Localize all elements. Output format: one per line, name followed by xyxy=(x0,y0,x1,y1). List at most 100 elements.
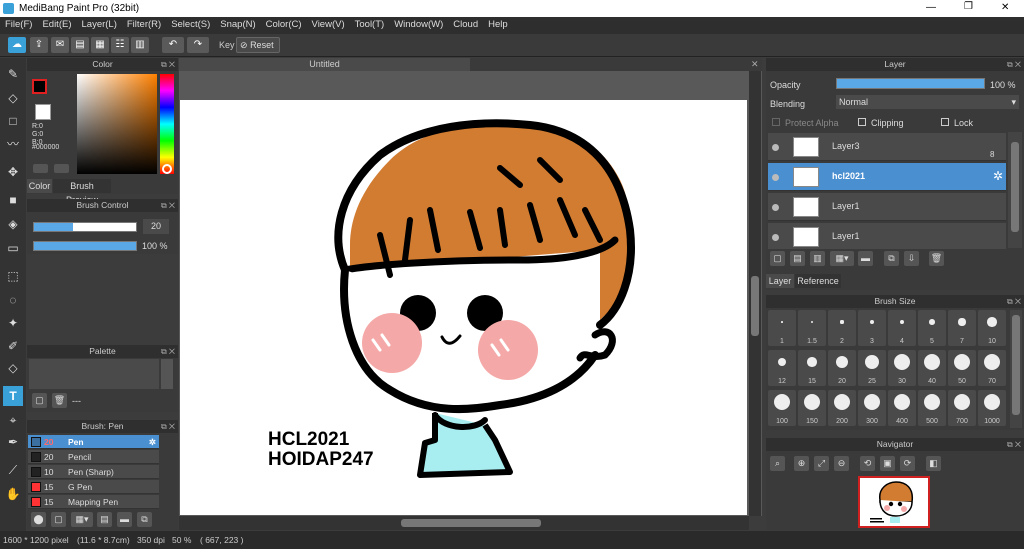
new-layer-icon[interactable]: ▢ xyxy=(770,251,785,266)
brush-size-option[interactable]: 500 xyxy=(918,390,946,426)
gradient-tool-icon[interactable]: ▭ xyxy=(3,238,23,258)
minimize-button[interactable]: — xyxy=(926,2,936,13)
brush-size-option[interactable]: 5 xyxy=(918,310,946,346)
rotate-right-icon[interactable]: ⟳ xyxy=(900,456,915,471)
menu-item[interactable]: Snap(N) xyxy=(215,17,260,32)
zoom-fit-icon[interactable]: ⌕ xyxy=(770,456,785,471)
brush-size-option[interactable]: 40 xyxy=(918,350,946,386)
clipping-checkbox[interactable] xyxy=(858,118,866,126)
menu-item[interactable]: File(F) xyxy=(0,17,37,32)
eye-icon[interactable] xyxy=(772,174,779,181)
brush-size-slider[interactable] xyxy=(33,222,137,232)
panel-menu-icon[interactable]: ⧉ ✕ xyxy=(1007,58,1021,71)
hue-slider[interactable] xyxy=(160,74,174,174)
add-color-icon[interactable] xyxy=(33,164,48,173)
brush-size-option[interactable]: 300 xyxy=(858,390,886,426)
panel-menu-icon[interactable]: ⧉ ✕ xyxy=(1007,295,1021,308)
reset-button[interactable]: ⊘ Reset xyxy=(236,37,280,53)
brush-size-option[interactable]: 700 xyxy=(948,390,976,426)
panel-menu-icon[interactable]: ⧉ ✕ xyxy=(161,420,175,433)
brush-size-option[interactable]: 400 xyxy=(888,390,916,426)
brush-size-option[interactable]: 50 xyxy=(948,350,976,386)
new-layer-1bit-icon[interactable]: ▥ xyxy=(810,251,825,266)
brush-size-option[interactable]: 100 xyxy=(768,390,796,426)
text-tool-icon[interactable]: T xyxy=(3,386,23,406)
blending-select[interactable]: Normal ▾ xyxy=(836,95,1019,109)
brush-size-option[interactable]: 30 xyxy=(888,350,916,386)
delete-palette-icon[interactable]: 🗑 xyxy=(52,393,67,408)
shape-tool-icon[interactable]: ■ xyxy=(3,190,23,210)
brush-list-item[interactable]: 15 Mapping Pen xyxy=(28,495,159,509)
eye-icon[interactable] xyxy=(772,234,779,241)
comment-icon[interactable]: ✉ xyxy=(51,37,69,53)
brush-size-option[interactable]: 2 xyxy=(828,310,856,346)
document-icon[interactable]: ▦ xyxy=(91,37,109,53)
brush-list-item[interactable]: 20 Pen ✲ xyxy=(28,435,159,449)
brush-opacity-slider[interactable] xyxy=(33,241,137,251)
tab-brush-preview[interactable]: Brush Preview xyxy=(53,179,111,205)
brush-size-option[interactable]: 1000 xyxy=(978,390,1006,426)
brush-size-option[interactable]: 15 xyxy=(798,350,826,386)
menu-item[interactable]: Help xyxy=(483,17,513,32)
brush-list-item[interactable]: 10 Pen (Sharp) xyxy=(28,465,159,479)
cloud-icon[interactable]: ☁ xyxy=(8,37,26,53)
hand-tool-icon[interactable]: ✋ xyxy=(3,484,23,504)
layer-row[interactable]: hcl2021 ✲ xyxy=(768,163,1006,191)
fill-tool-icon[interactable]: ◈ xyxy=(3,214,23,234)
menu-item[interactable]: View(V) xyxy=(307,17,350,32)
brush-copy-icon[interactable]: ⧉ xyxy=(137,512,152,527)
tab-reference[interactable]: Reference xyxy=(795,274,841,288)
layer-scrollbar[interactable] xyxy=(1008,132,1022,248)
brush-list-item[interactable]: 20 Pencil xyxy=(28,450,159,464)
foreground-color[interactable] xyxy=(32,79,47,94)
redo-button[interactable]: ↷ xyxy=(187,37,209,53)
brush-size-option[interactable]: 10 xyxy=(978,310,1006,346)
brush-size-option[interactable]: 150 xyxy=(798,390,826,426)
lock-checkbox[interactable] xyxy=(941,118,949,126)
select-eraser-icon[interactable]: ◇ xyxy=(3,358,23,378)
close-button[interactable]: ✕ xyxy=(1001,2,1009,13)
layer-folder-icon[interactable]: ▬ xyxy=(858,251,873,266)
menu-item[interactable]: Cloud xyxy=(448,17,483,32)
duplicate-layer-icon[interactable]: ⧉ xyxy=(884,251,899,266)
move-tool-icon[interactable]: ✥ xyxy=(3,162,23,182)
vertical-scroll-thumb[interactable] xyxy=(751,276,759,336)
menu-item[interactable]: Layer(L) xyxy=(77,17,122,32)
brush-size-option[interactable]: 1.5 xyxy=(798,310,826,346)
palette-scrollbar[interactable] xyxy=(161,359,173,389)
rotate-left-icon[interactable]: ⟲ xyxy=(860,456,875,471)
export-icon[interactable]: ⇪ xyxy=(30,37,48,53)
layer-row[interactable]: Layer1 xyxy=(768,193,1006,221)
remove-color-icon[interactable] xyxy=(54,164,69,173)
select-pen-icon[interactable]: ✐ xyxy=(3,336,23,356)
flip-horizontal-icon[interactable]: ◧ xyxy=(926,456,941,471)
protect-alpha-checkbox[interactable] xyxy=(772,118,780,126)
gear-icon[interactable]: ✲ xyxy=(993,169,1003,183)
menu-item[interactable]: Color(C) xyxy=(261,17,307,32)
brush-size-option[interactable]: 3 xyxy=(858,310,886,346)
brush-size-option[interactable]: 4 xyxy=(888,310,916,346)
operation-tool-icon[interactable]: ⌖ xyxy=(3,410,23,430)
brush-size-option[interactable]: 25 xyxy=(858,350,886,386)
brush-size-scrollbar[interactable] xyxy=(1010,310,1022,428)
horizontal-scroll-thumb[interactable] xyxy=(401,519,541,527)
merge-layer-icon[interactable]: ⇩ xyxy=(904,251,919,266)
zoom-out-icon[interactable]: ⊖ xyxy=(834,456,849,471)
undo-button[interactable]: ↶ xyxy=(162,37,184,53)
menu-item[interactable]: Tool(T) xyxy=(350,17,390,32)
brush-size-option[interactable]: 200 xyxy=(828,390,856,426)
brush-size-option[interactable]: 70 xyxy=(978,350,1006,386)
new-layer-8bit-icon[interactable]: ▤ xyxy=(790,251,805,266)
magic-wand-icon[interactable]: ✦ xyxy=(3,313,23,333)
brush-list-item[interactable]: 15 G Pen xyxy=(28,480,159,494)
vertical-scrollbar[interactable] xyxy=(749,71,761,516)
brush-size-option[interactable]: 1 xyxy=(768,310,796,346)
brush-menu-icon[interactable]: ▦▾ xyxy=(71,512,93,527)
zoom-actual-icon[interactable]: ⤢ xyxy=(814,456,829,471)
dot-tool-icon[interactable]: □ xyxy=(3,111,23,131)
delete-layer-icon[interactable]: 🗑 xyxy=(929,251,944,266)
brush-folder-icon[interactable]: ▬ xyxy=(117,512,132,527)
eye-icon[interactable] xyxy=(772,144,779,151)
panel-menu-icon[interactable]: ⧉ ✕ xyxy=(161,199,175,212)
message-icon[interactable]: ▤ xyxy=(71,37,89,53)
